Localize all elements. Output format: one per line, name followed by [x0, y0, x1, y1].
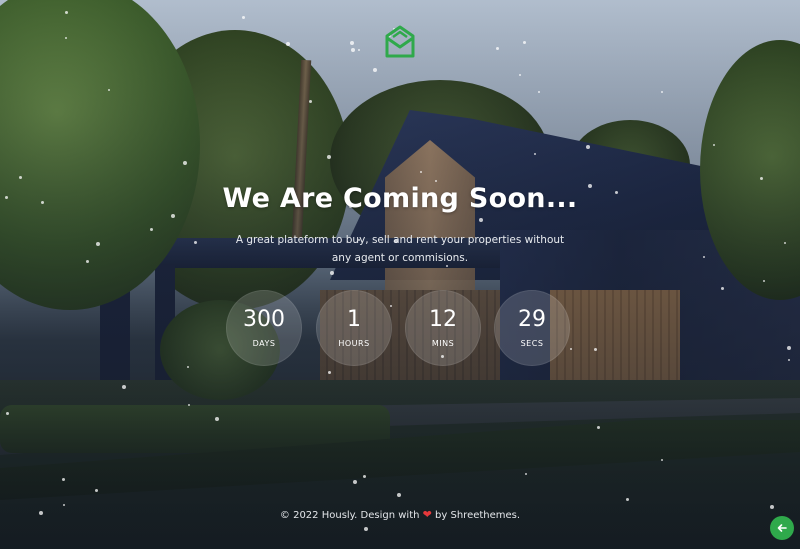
snow-particle [330, 271, 334, 275]
countdown-value: 1 [347, 307, 361, 332]
snow-particle [784, 242, 786, 244]
snow-particle [108, 89, 110, 91]
snow-particle [19, 176, 22, 179]
countdown-hours: 1 HOURS [316, 290, 392, 366]
countdown-secs: 29 SECS [494, 290, 570, 366]
snow-particle [703, 256, 705, 258]
countdown-value: 29 [518, 307, 546, 332]
snow-particle [479, 218, 483, 222]
snow-particle [763, 280, 765, 282]
snow-particle [188, 404, 190, 406]
house-envelope-icon [385, 25, 415, 58]
page-title: We Are Coming Soon... [222, 183, 578, 214]
snow-particle [435, 180, 437, 182]
countdown-label: DAYS [252, 339, 276, 348]
snow-particle [86, 260, 89, 263]
snow-particle [96, 242, 100, 246]
snow-particle [788, 359, 790, 361]
dark-overlay [0, 0, 800, 549]
snow-particle [713, 144, 715, 146]
countdown-mins: 12 MINS [405, 290, 481, 366]
snow-particle [215, 417, 219, 421]
snow-particle [420, 171, 422, 173]
snow-particle [363, 475, 366, 478]
snow-particle [721, 287, 724, 290]
countdown-label: HOURS [338, 339, 370, 348]
countdown-value: 300 [243, 307, 285, 332]
snow-particle [586, 145, 590, 149]
footer-credits: © 2022 Hously. Design with ❤ by Shreethe… [0, 508, 800, 521]
snow-particle [183, 161, 187, 165]
snow-particle [351, 48, 355, 52]
heart-icon: ❤ [422, 508, 432, 521]
snow-particle [496, 47, 499, 50]
snow-particle [328, 371, 331, 374]
snow-particle [242, 16, 245, 19]
snow-particle [534, 153, 536, 155]
snow-particle [594, 348, 597, 351]
footer-prefix: © 2022 Hously. Design with [279, 510, 420, 521]
snow-particle [397, 493, 401, 497]
snow-particle [661, 459, 663, 461]
countdown-label: MINS [431, 339, 455, 348]
snow-particle [519, 74, 521, 76]
snow-particle [194, 241, 197, 244]
snow-particle [373, 68, 377, 72]
background-scene [0, 0, 800, 549]
countdown-label: SECS [520, 339, 544, 348]
snow-particle [358, 49, 360, 51]
snow-particle [538, 91, 540, 93]
logo[interactable] [384, 25, 416, 61]
snow-particle [62, 478, 65, 481]
snow-particle [661, 91, 663, 93]
arrow-left-icon [777, 524, 787, 532]
snow-particle [95, 489, 98, 492]
snow-particle [65, 37, 67, 39]
snow-particle [327, 155, 331, 159]
countdown-timer: 300 DAYS 1 HOURS 12 MINS 29 SECS [226, 290, 576, 366]
page-subtitle: A great plateform to buy, sell and rent … [235, 234, 565, 264]
snow-particle [122, 385, 126, 389]
snow-particle [65, 11, 68, 14]
snow-particle [626, 498, 629, 501]
footer-suffix: by Shreethemes. [435, 510, 521, 521]
snow-particle [364, 527, 368, 531]
snow-particle [353, 480, 357, 484]
snow-particle [309, 100, 312, 103]
back-button[interactable] [770, 516, 794, 540]
snow-particle [760, 177, 763, 180]
snow-particle [525, 473, 527, 475]
snow-particle [187, 366, 189, 368]
snow-particle [597, 426, 600, 429]
countdown-days: 300 DAYS [226, 290, 302, 366]
snow-particle [150, 228, 153, 231]
snow-particle [350, 41, 354, 45]
snow-particle [523, 41, 526, 44]
snow-particle [6, 412, 9, 415]
snow-particle [63, 504, 65, 506]
snow-particle [171, 214, 175, 218]
countdown-value: 12 [429, 307, 457, 332]
snow-particle [286, 42, 290, 46]
snow-particle [787, 346, 791, 350]
